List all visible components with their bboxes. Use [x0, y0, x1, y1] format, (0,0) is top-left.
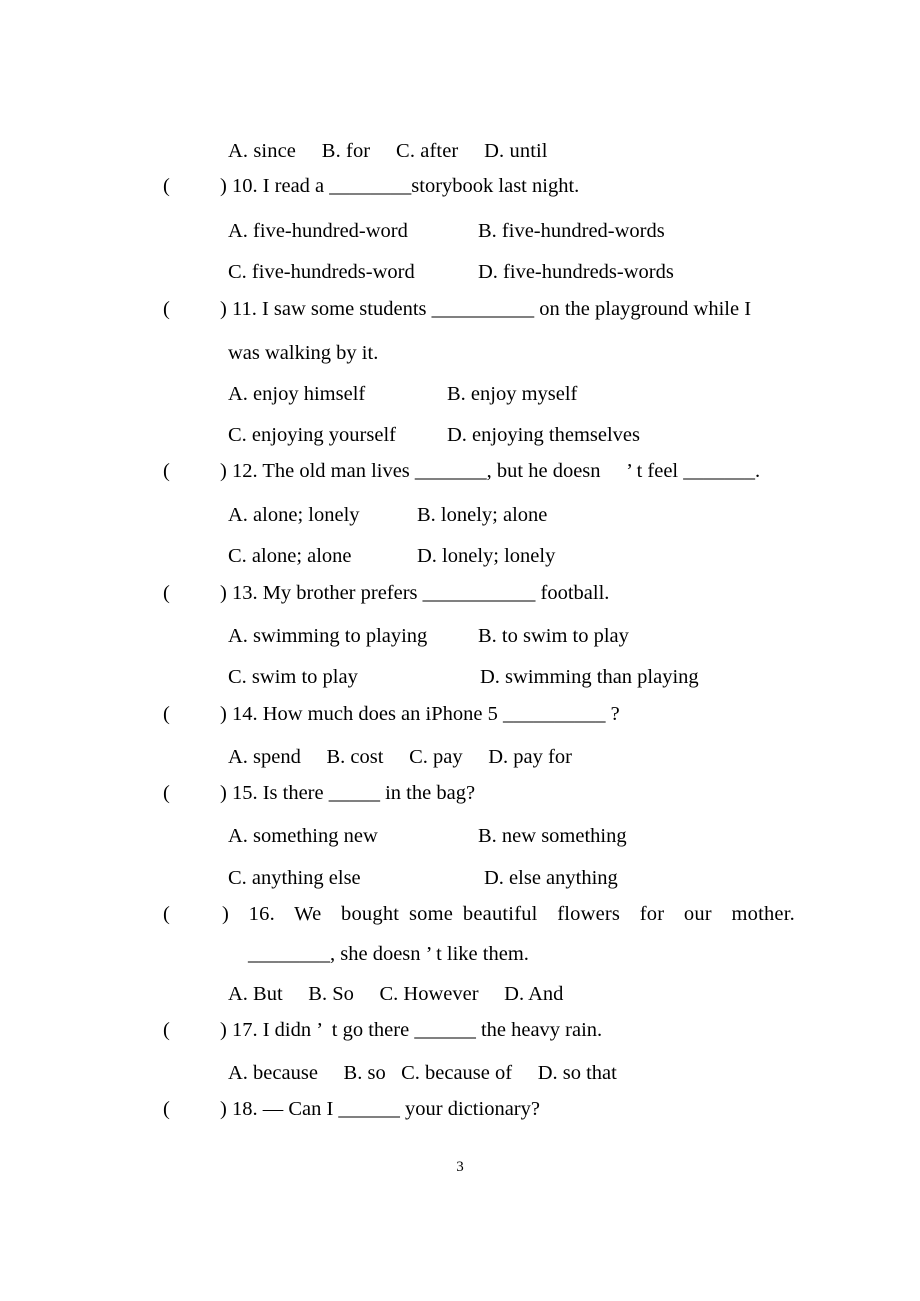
answer-bracket-open-q11: (: [163, 298, 170, 320]
option-q15-d: D. else anything: [484, 867, 618, 889]
option-q13-b: B. to swim to play: [478, 625, 629, 647]
option-q15-c: C. anything else: [228, 867, 361, 889]
option-q11-c: C. enjoying yourself: [228, 424, 396, 446]
carryover-options-line: A. since B. for C. after D. until: [228, 140, 548, 162]
option-q11-a: A. enjoy himself: [228, 383, 366, 405]
option-q16-row: A. But B. So C. However D. And: [228, 983, 564, 1005]
option-q10-d: D. five-hundreds-words: [478, 261, 674, 283]
question-stem-q14: ) 14. How much does an iPhone 5 ________…: [220, 703, 620, 725]
question-stem-q18: ) 18. — Can I ______ your dictionary?: [220, 1098, 540, 1120]
option-q15-b: B. new something: [478, 825, 627, 847]
exam-page: A. since B. for C. after D. until ( ) 10…: [0, 0, 920, 1301]
option-q10-b: B. five-hundred-words: [478, 220, 665, 242]
option-q11-d: D. enjoying themselves: [447, 424, 641, 446]
question-stem-q17: ) 17. I didn ’ t go there ______ the hea…: [220, 1019, 603, 1041]
page-number: 3: [456, 1159, 464, 1175]
answer-bracket-open-q17: (: [163, 1019, 170, 1041]
question-stem-q12: ) 12. The old man lives _______, but he …: [220, 460, 761, 482]
answer-bracket-open-q15: (: [163, 782, 170, 804]
option-q13-a: A. swimming to playing: [228, 625, 428, 647]
answer-bracket-open-q14: (: [163, 703, 170, 725]
question-stem-q13: ) 13. My brother prefers ___________ foo…: [220, 582, 610, 604]
answer-bracket-open-q10: (: [163, 175, 170, 197]
option-q12-d: D. lonely; lonely: [417, 545, 556, 567]
question-stem-q10: ) 10. I read a ________storybook last ni…: [220, 175, 580, 197]
option-q12-c: C. alone; alone: [228, 545, 352, 567]
option-q12-b: B. lonely; alone: [417, 504, 548, 526]
answer-bracket-open-q18: (: [163, 1098, 170, 1120]
answer-bracket-open-q13: (: [163, 582, 170, 604]
answer-bracket-open-q12: (: [163, 460, 170, 482]
option-q10-a: A. five-hundred-word: [228, 220, 408, 242]
option-q11-b: B. enjoy myself: [447, 383, 578, 405]
option-q10-c: C. five-hundreds-word: [228, 261, 415, 283]
option-q17-row: A. because B. so C. because of D. so tha…: [228, 1062, 617, 1084]
question-stem-q11-continuation: was walking by it.: [228, 342, 379, 364]
question-stem-q11: ) 11. I saw some students __________ on …: [220, 298, 752, 320]
question-stem-q16-continuation: ________, she doesn ’ t like them.: [248, 943, 529, 965]
answer-bracket-open-q16: (: [163, 903, 170, 925]
question-stem-q15: ) 15. Is there _____ in the bag?: [220, 782, 476, 804]
option-q14-row: A. spend B. cost C. pay D. pay for: [228, 746, 572, 768]
option-q13-d: D. swimming than playing: [480, 666, 699, 688]
option-q15-a: A. something new: [228, 825, 378, 847]
option-q12-a: A. alone; lonely: [228, 504, 360, 526]
option-q13-c: C. swim to play: [228, 666, 358, 688]
question-stem-q16: ) 16. We bought some beautiful flowers f…: [222, 903, 795, 925]
